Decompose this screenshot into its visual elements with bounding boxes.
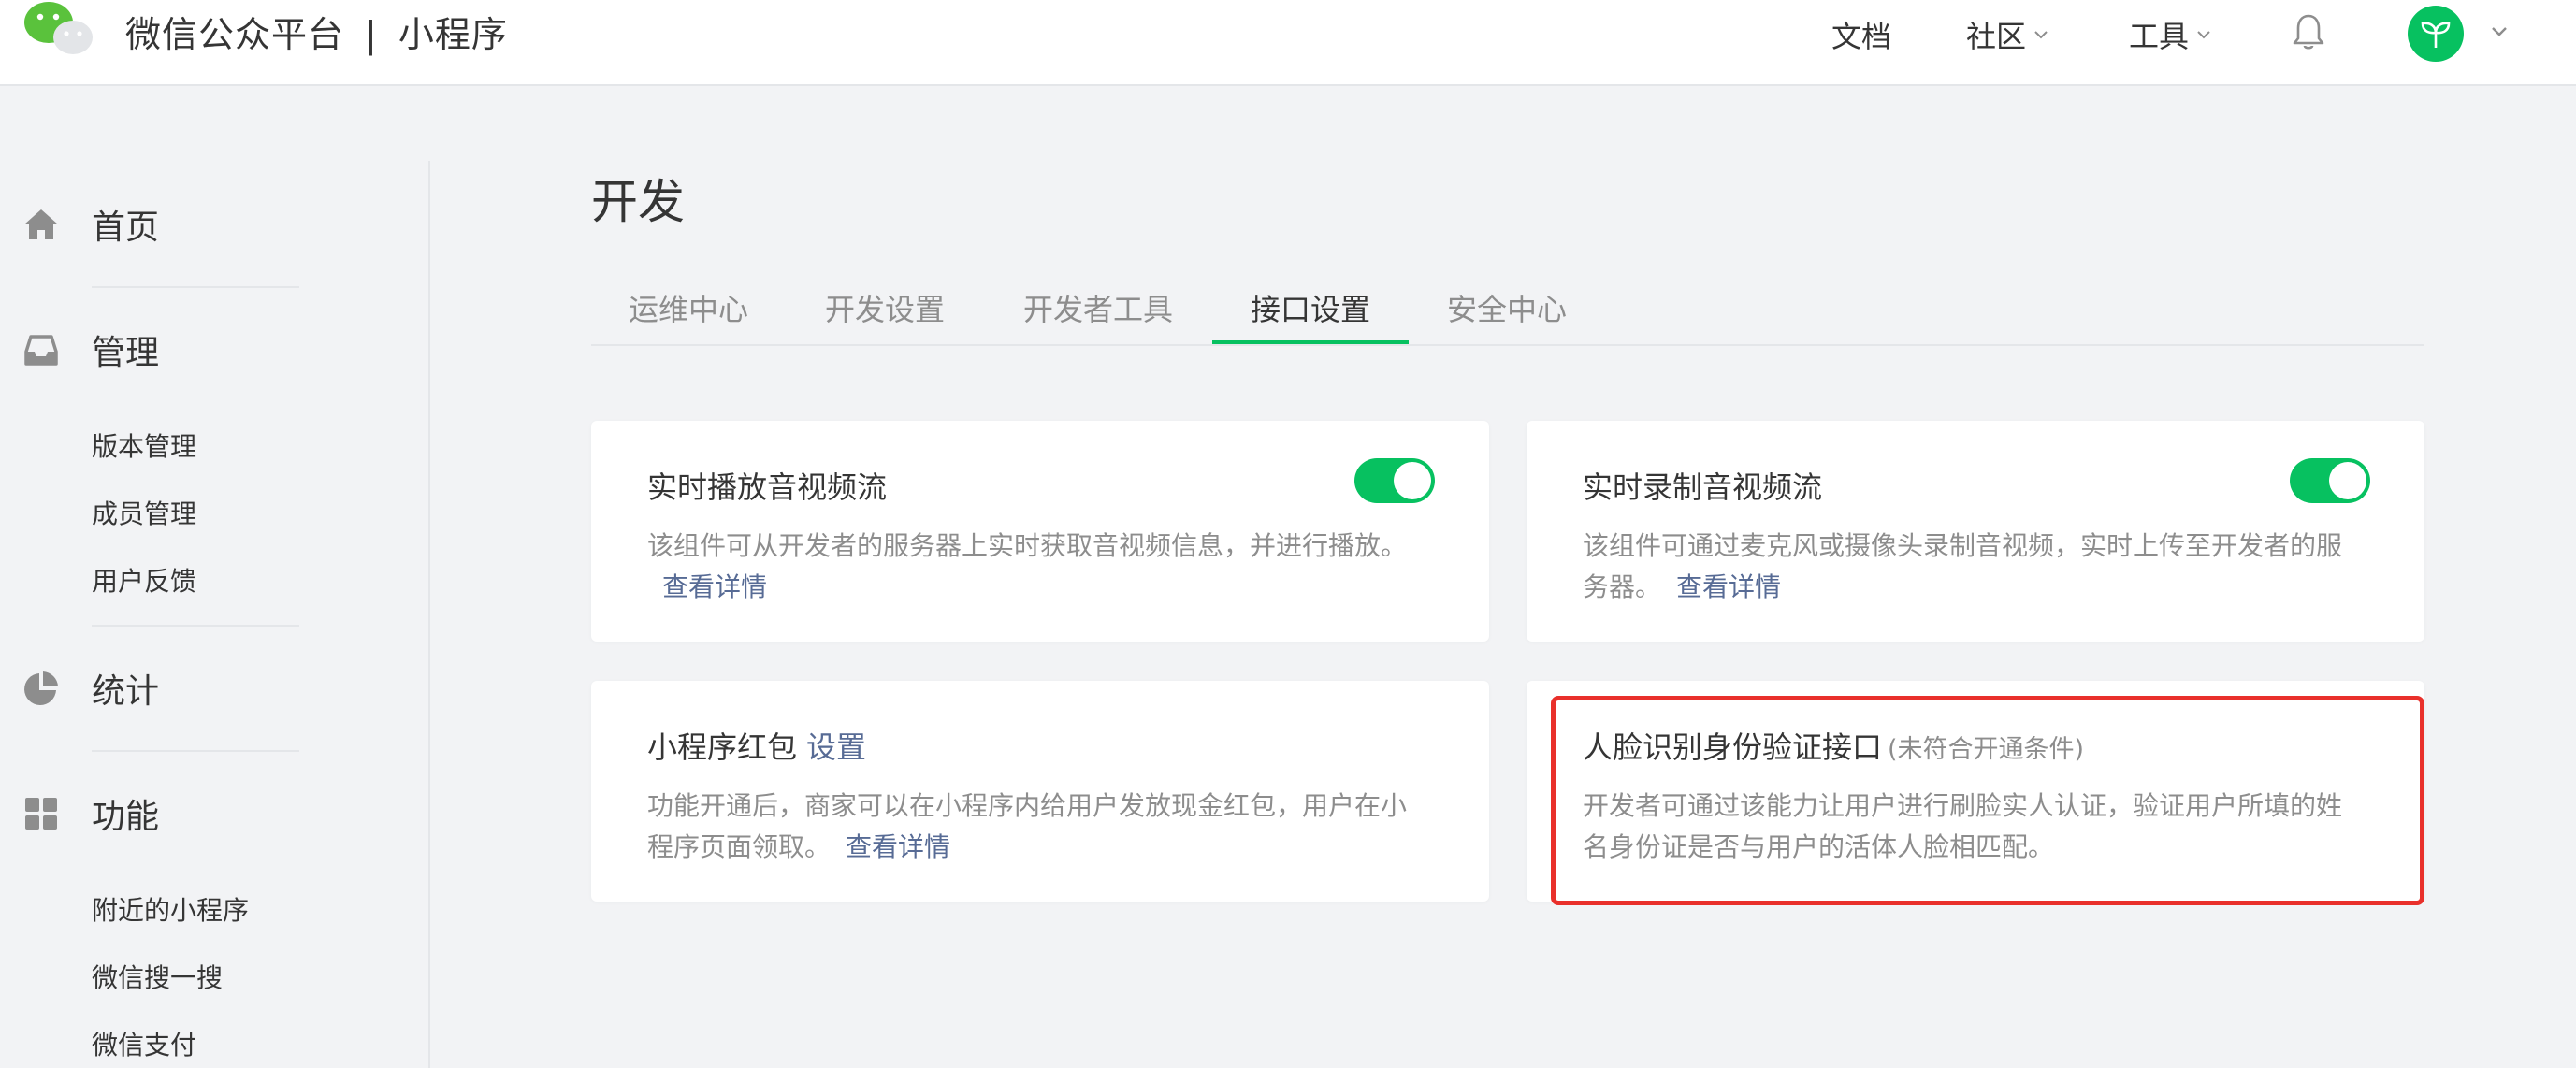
card-description: 该组件可从开发者的服务器上实时获取音视频信息，并进行播放。查看详情 xyxy=(647,526,1424,608)
nav-community-label: 社区 xyxy=(1966,19,2027,54)
card-title: 实时录制音视频流 xyxy=(1583,469,1823,505)
toggle-live-play[interactable] xyxy=(1354,458,1435,503)
bell-icon[interactable] xyxy=(2290,11,2327,52)
details-link[interactable]: 查看详情 xyxy=(662,571,767,602)
sidebar-label-manage: 管理 xyxy=(92,334,160,372)
card-red-packet: 小程序红包 设置 功能开通后，商家可以在小程序内给用户发放现金红包，用户在小程序页… xyxy=(591,681,1489,902)
card-desc-text: 该组件可从开发者的服务器上实时获取音视频信息，并进行播放。 xyxy=(647,530,1408,561)
card-title: 实时播放音视频流 xyxy=(647,469,888,505)
sprout-avatar-icon xyxy=(2421,22,2451,48)
details-link[interactable]: 查看详情 xyxy=(1676,571,1781,602)
sidebar-label-stats: 统计 xyxy=(92,672,160,711)
brand-main: 微信公众平台 xyxy=(125,14,345,55)
toggle-knob xyxy=(1394,462,1431,499)
toggle-knob xyxy=(2329,462,2366,499)
card-description: 该组件可通过麦克风或摄像头录制音视频，实时上传至开发者的服务器。 查看详情 xyxy=(1583,526,2359,608)
sidebar-divider xyxy=(92,625,299,627)
sidebar-divider xyxy=(92,286,299,288)
card-live-play: 实时播放音视频流 该组件可从开发者的服务器上实时获取音视频信息，并进行播放。查看… xyxy=(591,421,1489,642)
sidebar-item-feedback[interactable]: 用户反馈 xyxy=(92,561,196,599)
sidebar-item-pay[interactable]: 微信支付 xyxy=(92,1025,196,1062)
settings-link[interactable]: 设置 xyxy=(806,729,866,765)
card-title: 人脸识别身份验证接口 (未符合开通条件) xyxy=(1583,724,2084,767)
sidebar-divider xyxy=(428,161,430,1068)
tab-dev-settings[interactable]: 开发设置 xyxy=(825,286,945,329)
wechat-logo-icon[interactable] xyxy=(22,0,94,58)
sidebar-divider xyxy=(92,750,299,752)
page-title: 开发 xyxy=(591,175,685,229)
nav-tools-label: 工具 xyxy=(2129,19,2190,54)
brand-separator: | xyxy=(365,14,378,55)
nav-tools[interactable]: 工具 xyxy=(2129,13,2213,56)
tab-ops-center[interactable]: 运维中心 xyxy=(629,286,748,329)
card-desc-text: 功能开通后，商家可以在小程序内给用户发放现金红包，用户在小程序页面领取。 xyxy=(647,790,1408,862)
tab-api-settings[interactable]: 接口设置 xyxy=(1251,286,1370,329)
details-link[interactable]: 查看详情 xyxy=(846,831,950,862)
nav-docs[interactable]: 文档 xyxy=(1831,13,1891,56)
toggle-live-record[interactable] xyxy=(2290,458,2370,503)
brand-sub: 小程序 xyxy=(398,14,508,55)
account-chevron-down-icon[interactable] xyxy=(2488,21,2511,43)
card-desc-text: 开发者可通过该能力让用户进行刷脸实人认证，验证用户所填的姓名身份证是否与用户的活… xyxy=(1583,790,2343,862)
nav-docs-label: 文档 xyxy=(1831,19,1892,54)
sidebar-label-features: 功能 xyxy=(92,798,160,836)
card-title-text: 人脸识别身份验证接口 xyxy=(1583,729,1883,765)
brand-title[interactable]: 微信公众平台 | 小程序 xyxy=(125,6,508,57)
avatar[interactable] xyxy=(2408,6,2464,62)
grid-icon xyxy=(25,798,57,830)
sidebar-item-version[interactable]: 版本管理 xyxy=(92,426,196,464)
sidebar-label-home: 首页 xyxy=(92,209,160,247)
sidebar-item-nearby[interactable]: 附近的小程序 xyxy=(92,890,249,928)
nav-community[interactable]: 社区 xyxy=(1966,13,2050,56)
sidebar-item-search[interactable]: 微信搜一搜 xyxy=(92,958,223,995)
active-tab-indicator xyxy=(1212,340,1409,344)
tab-bar: 运维中心 开发设置 开发者工具 接口设置 安全中心 xyxy=(591,281,2424,346)
card-face-verify: 人脸识别身份验证接口 (未符合开通条件) 开发者可通过该能力让用户进行刷脸实人认证… xyxy=(1527,681,2424,902)
chevron-down-icon xyxy=(2034,31,2048,39)
chevron-down-icon xyxy=(2197,31,2210,39)
card-description: 开发者可通过该能力让用户进行刷脸实人认证，验证用户所填的姓名身份证是否与用户的活… xyxy=(1583,786,2359,868)
card-title: 小程序红包 设置 xyxy=(647,724,866,767)
card-title-text: 小程序红包 xyxy=(647,729,798,765)
status-note: (未符合开通条件) xyxy=(1888,735,2085,764)
pie-chart-icon xyxy=(24,671,58,705)
card-live-record: 实时录制音视频流 该组件可通过麦克风或摄像头录制音视频，实时上传至开发者的服务器… xyxy=(1527,421,2424,642)
card-description: 功能开通后，商家可以在小程序内给用户发放现金红包，用户在小程序页面领取。 查看详情 xyxy=(647,786,1424,868)
tab-security-center[interactable]: 安全中心 xyxy=(1447,286,1567,329)
top-bar: 微信公众平台 | 小程序 文档 社区 工具 xyxy=(0,0,2576,86)
tab-dev-tools[interactable]: 开发者工具 xyxy=(1023,286,1173,329)
sidebar-item-members[interactable]: 成员管理 xyxy=(92,494,196,531)
home-icon xyxy=(24,209,58,239)
inbox-icon xyxy=(24,335,58,366)
